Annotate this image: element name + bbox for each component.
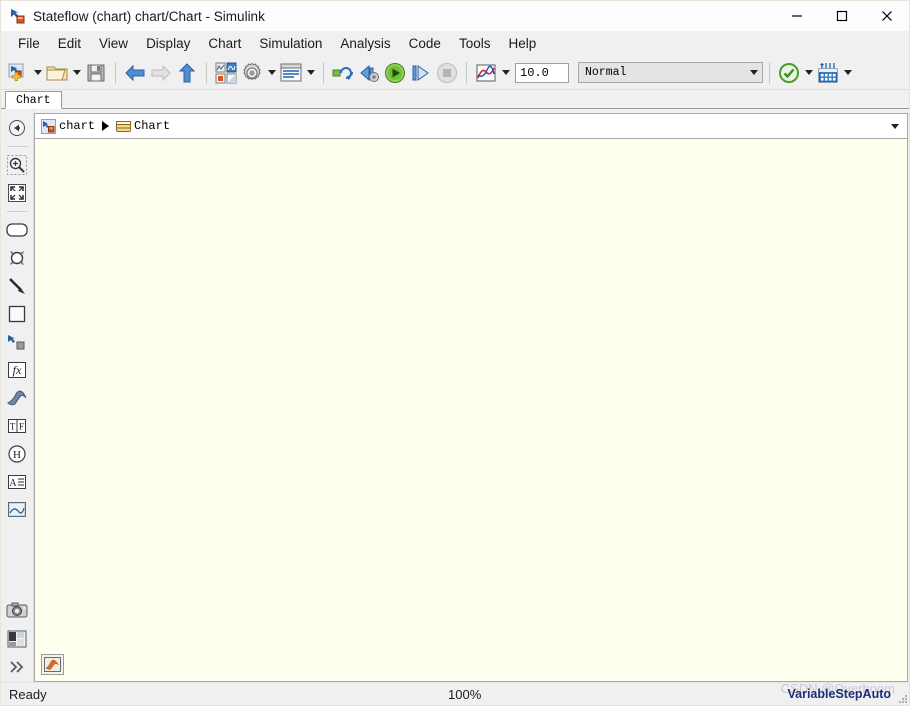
solver-name: VariableStepAuto: [787, 687, 892, 701]
simulation-mode-value: Normal: [585, 66, 627, 79]
breadcrumb-model-label[interactable]: chart: [59, 119, 95, 133]
chart-block-icon: [116, 119, 132, 134]
menu-chart[interactable]: Chart: [199, 33, 250, 54]
stop-icon: [434, 60, 460, 86]
menu-simulation[interactable]: Simulation: [250, 33, 331, 54]
toolbar-separator: [206, 61, 207, 84]
stateflow-model-icon: [41, 118, 56, 134]
stop-time-input[interactable]: 10.0: [515, 62, 569, 83]
update-diagram-icon[interactable]: [330, 60, 356, 86]
title-bar: Stateflow (chart) chart/Chart - Simulink: [1, 1, 909, 31]
data-inspector-dropdown[interactable]: [499, 60, 512, 86]
truth-table-icon[interactable]: T F: [5, 413, 30, 438]
menu-tools[interactable]: Tools: [450, 33, 500, 54]
resize-grip[interactable]: [897, 693, 907, 703]
chart-tools-dropdown[interactable]: [841, 60, 854, 86]
chart-canvas[interactable]: [34, 139, 908, 682]
fit-to-view-icon[interactable]: [5, 180, 30, 205]
editor-column: chart Chart: [34, 109, 909, 682]
zoom-in-icon[interactable]: [5, 152, 30, 177]
forward-arrow-icon: [148, 60, 174, 86]
chevron-double-right-icon[interactable]: [5, 654, 30, 679]
window-title: Stateflow (chart) chart/Chart - Simulink: [33, 8, 265, 24]
simulation-mode-select[interactable]: Normal: [578, 62, 763, 83]
open-folder-dropdown[interactable]: [70, 60, 83, 86]
gear-icon[interactable]: [239, 60, 265, 86]
chevron-down-icon: [750, 70, 758, 75]
simulink-function-icon[interactable]: H: [5, 441, 30, 466]
breadcrumb: chart Chart: [34, 113, 908, 139]
menu-bar: File Edit View Display Chart Simulation …: [1, 31, 909, 56]
new-model-dropdown[interactable]: [31, 60, 44, 86]
annotation-icon[interactable]: A: [5, 469, 30, 494]
svg-text:A: A: [9, 478, 17, 489]
back-arrow-icon[interactable]: [122, 60, 148, 86]
model-advisor-check-icon[interactable]: [776, 60, 802, 86]
breadcrumb-separator-icon: [102, 121, 110, 131]
back-circle-icon[interactable]: [5, 115, 30, 140]
menu-analysis[interactable]: Analysis: [331, 33, 399, 54]
graphical-function-icon[interactable]: [5, 329, 30, 354]
breadcrumb-dropdown-icon[interactable]: [891, 123, 899, 129]
junction-icon[interactable]: [5, 245, 30, 270]
image-icon[interactable]: [5, 497, 30, 522]
menu-display[interactable]: Display: [137, 33, 199, 54]
menu-view[interactable]: View: [90, 33, 137, 54]
editor-body: fx T F H A chart Chart: [1, 109, 909, 682]
camera-icon[interactable]: [5, 598, 30, 623]
open-folder-icon[interactable]: [44, 60, 70, 86]
gear-dropdown[interactable]: [265, 60, 278, 86]
palette-separator: [6, 146, 28, 147]
minimize-button[interactable]: [774, 1, 819, 31]
layers-icon[interactable]: [5, 626, 30, 651]
zoom-level: 100%: [448, 686, 482, 702]
menu-help[interactable]: Help: [499, 33, 545, 54]
menu-edit[interactable]: Edit: [49, 33, 90, 54]
status-text: Ready: [9, 686, 47, 702]
matlab-logo-icon[interactable]: [41, 654, 64, 675]
simulation-data-inspector-icon[interactable]: [473, 60, 499, 86]
model-explorer-dropdown[interactable]: [304, 60, 317, 86]
new-model-icon[interactable]: [5, 60, 31, 86]
step-forward-icon[interactable]: [408, 60, 434, 86]
window-controls: [774, 1, 909, 31]
status-bar: Ready 100% CSDN @Overboom VariableStepAu…: [1, 681, 909, 705]
save-icon[interactable]: [83, 60, 109, 86]
svg-text:T: T: [10, 421, 16, 431]
maximize-button[interactable]: [819, 1, 864, 31]
menu-code[interactable]: Code: [400, 33, 450, 54]
toolbar-separator: [115, 61, 116, 84]
stateflow-chart-icon: [10, 8, 26, 24]
tab-chart[interactable]: Chart: [5, 91, 62, 109]
state-icon[interactable]: [5, 217, 30, 242]
toolbar-separator: [466, 61, 467, 84]
object-palette: fx T F H A: [1, 109, 34, 682]
up-arrow-icon[interactable]: [174, 60, 200, 86]
toolbar-separator: [323, 61, 324, 84]
run-icon[interactable]: [382, 60, 408, 86]
close-button[interactable]: [864, 1, 909, 31]
default-transition-icon[interactable]: [5, 273, 30, 298]
svg-text:H: H: [13, 449, 21, 461]
svg-text:fx: fx: [13, 363, 22, 377]
box-icon[interactable]: [5, 301, 30, 326]
simulink-stateflow-window: Stateflow (chart) chart/Chart - Simulink…: [0, 0, 910, 706]
palette-separator: [6, 211, 28, 212]
model-explorer-icon[interactable]: [278, 60, 304, 86]
library-browser-icon[interactable]: [213, 60, 239, 86]
matlab-function-icon[interactable]: [5, 385, 30, 410]
chart-tools-icon[interactable]: [815, 60, 841, 86]
build-model-icon[interactable]: [356, 60, 382, 86]
model-advisor-dropdown[interactable]: [802, 60, 815, 86]
svg-text:F: F: [19, 421, 24, 431]
function-icon[interactable]: fx: [5, 357, 30, 382]
breadcrumb-chart-label[interactable]: Chart: [134, 119, 170, 133]
toolbar-separator: [769, 61, 770, 84]
main-toolbar: 10.0 Normal: [1, 56, 909, 90]
menu-file[interactable]: File: [9, 33, 49, 54]
tab-strip: Chart: [1, 90, 909, 109]
